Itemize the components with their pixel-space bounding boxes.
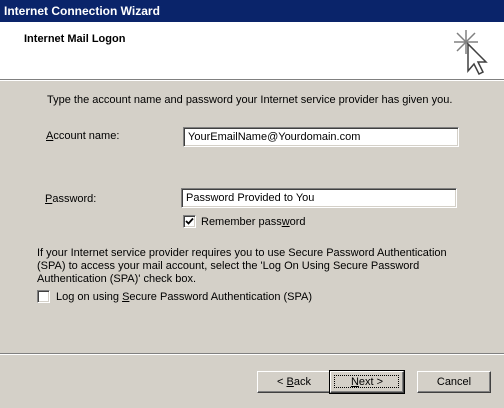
title-bar[interactable]: Internet Connection Wizard: [0, 0, 504, 22]
remember-password-label[interactable]: Remember password: [201, 216, 306, 228]
wizard-header: Internet Mail Logon: [0, 22, 504, 79]
password-label: Password:: [45, 193, 97, 205]
wizard-wand-icon: [454, 30, 488, 75]
page-title: Internet Mail Logon: [24, 33, 126, 45]
remember-password-checkbox[interactable]: [183, 215, 196, 228]
account-name-value: YourEmailName@Yourdomain.com: [188, 131, 361, 143]
password-value: Password Provided to You: [186, 192, 315, 204]
cancel-button[interactable]: Cancel: [417, 371, 491, 393]
checkmark-icon: [185, 217, 194, 225]
intro-text: Type the account name and password your …: [47, 94, 453, 106]
back-button[interactable]: < Back: [257, 371, 331, 393]
next-button[interactable]: Next >: [329, 370, 405, 394]
spa-label[interactable]: Log on using Secure Password Authenticat…: [56, 291, 312, 303]
account-name-label: Account name:: [46, 130, 120, 142]
spa-note-line-3: Authentication (SPA)' check box.: [37, 273, 197, 285]
spa-note-line-1: If your Internet service provider requir…: [37, 247, 447, 259]
footer-divider: [0, 353, 504, 355]
password-field[interactable]: Password Provided to You: [181, 188, 457, 208]
header-divider: [0, 79, 504, 81]
focus-rect: [334, 375, 399, 388]
spa-checkbox[interactable]: [37, 290, 50, 303]
account-name-field[interactable]: YourEmailName@Yourdomain.com: [183, 127, 459, 147]
window-title: Internet Connection Wizard: [4, 4, 160, 18]
spa-note-line-2: (SPA) to access your mail account, selec…: [37, 260, 420, 272]
